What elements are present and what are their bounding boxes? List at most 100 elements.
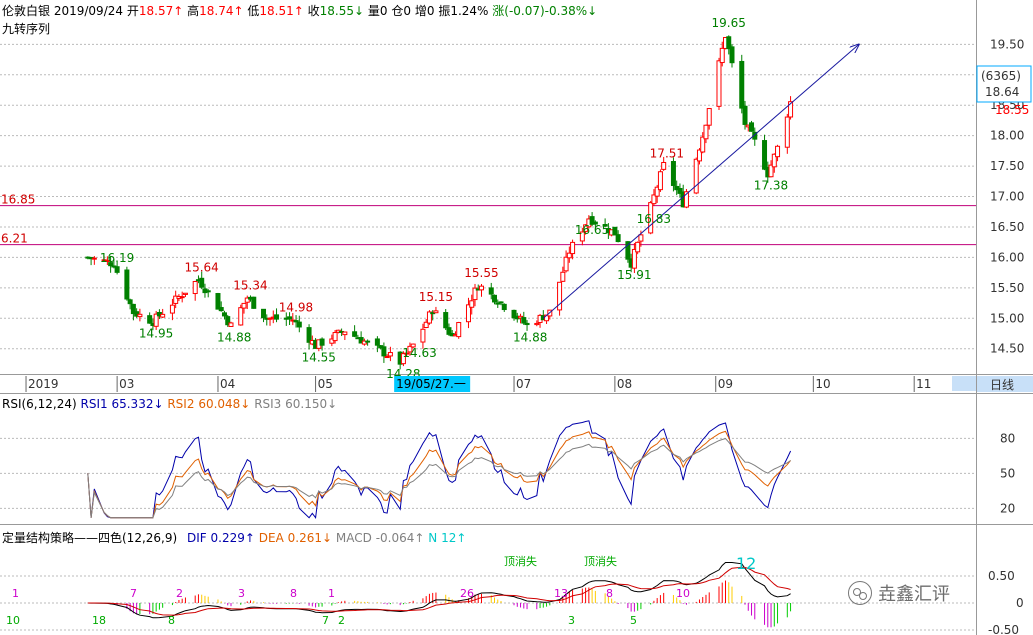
dif-value: 0.229↑ xyxy=(210,531,255,545)
price-annotation: 15.91 xyxy=(617,268,651,282)
price-box-code: (6365) xyxy=(981,69,1021,83)
macd-bottom-count: 18 xyxy=(92,614,106,627)
time-label: 05 xyxy=(318,377,333,391)
n-label: N xyxy=(428,531,438,545)
y-tick-label: 19.50 xyxy=(990,37,1024,51)
macd-top-count: 10 xyxy=(676,587,690,600)
dea-label: DEA xyxy=(258,531,284,545)
macd-label: MACD xyxy=(335,531,372,545)
candle-body xyxy=(492,294,498,303)
candle-body xyxy=(221,312,227,317)
macd-tick-label: -0.50 xyxy=(988,623,1019,635)
time-label: 11 xyxy=(916,377,931,391)
rsi-tick-label: 50 xyxy=(1000,466,1015,480)
candle-body xyxy=(456,322,462,338)
rsi3-value: 60.150↓ xyxy=(285,397,338,411)
candle-body xyxy=(342,331,348,336)
macd-top-count: 3 xyxy=(238,587,245,600)
macd-signal-label: 顶消失 xyxy=(584,554,617,568)
candle-body xyxy=(742,105,748,125)
watermark-text: 垚鑫汇评 xyxy=(878,584,950,605)
macd-bottom-count: 7 xyxy=(322,614,329,627)
macd-top-count: 13 xyxy=(554,587,568,600)
rsi2-value: 60.048↓ xyxy=(198,397,251,411)
candle-body xyxy=(182,292,188,295)
candle-body xyxy=(729,46,735,64)
rsi-title: RSI(6,12,24) xyxy=(2,397,77,411)
rsi2-label: RSI2 xyxy=(167,397,195,411)
price-annotation: 14.63 xyxy=(402,346,436,360)
candle-body xyxy=(420,328,426,343)
candle-body xyxy=(192,280,198,295)
candle-body xyxy=(560,271,566,282)
candle-body xyxy=(124,269,130,300)
candle-body xyxy=(381,346,387,357)
time-label: 07 xyxy=(516,377,531,391)
candle-body xyxy=(749,122,755,132)
candle-body xyxy=(179,296,185,299)
candle-body xyxy=(661,161,667,170)
rsi-tick-label: 80 xyxy=(1000,431,1015,445)
price-annotation: 15.15 xyxy=(419,290,453,304)
price-annotation: 15.55 xyxy=(464,266,498,280)
time-label: 03 xyxy=(119,377,134,391)
macd-big-count: 12 xyxy=(736,554,756,573)
candle-body xyxy=(612,226,618,236)
candle-body xyxy=(238,307,244,326)
candle-body xyxy=(319,338,325,346)
candle-body xyxy=(638,234,644,242)
candle-body xyxy=(657,171,663,191)
candle-body xyxy=(137,313,143,318)
price-annotation: 14.55 xyxy=(302,351,336,365)
macd-top-count: 1 xyxy=(12,587,19,600)
y-tick-label: 17.50 xyxy=(990,159,1024,173)
candle-body xyxy=(615,234,621,243)
y-tick-label: 18.00 xyxy=(990,129,1024,143)
macd-top-count: 8 xyxy=(606,587,613,600)
candle-body xyxy=(365,340,371,343)
candle-body xyxy=(160,313,166,318)
candle-body xyxy=(700,136,706,153)
price-annotation: 16.83 xyxy=(637,212,671,226)
y-tick-label: 16.00 xyxy=(990,250,1024,264)
candle-body xyxy=(384,356,390,359)
candle-body xyxy=(332,332,338,342)
time-label: 08 xyxy=(617,377,632,391)
rsi-tick-label: 20 xyxy=(1000,501,1015,515)
rsi-line xyxy=(87,438,791,519)
level-label: 6.21 xyxy=(1,232,28,246)
time-label: 10 xyxy=(815,377,830,391)
candle-body xyxy=(693,158,699,194)
candle-body xyxy=(387,352,393,357)
macd-top-count: 26 xyxy=(460,587,474,600)
rsi-legend: RSI(6,12,24) RSI1 65.332↓ RSI2 60.048↓ R… xyxy=(2,397,337,411)
candle-body xyxy=(784,116,790,148)
candle-body xyxy=(719,47,725,64)
wechat-icon xyxy=(848,581,872,605)
price-annotation: 15.34 xyxy=(233,279,267,293)
scroll-indicator[interactable] xyxy=(952,376,976,391)
price-annotation: 17.51 xyxy=(650,146,684,160)
candle-body xyxy=(762,140,768,170)
rsi-panel: 80 50 20 xyxy=(0,420,1015,519)
candle-body xyxy=(570,241,576,255)
macd-top-count: 2 xyxy=(176,587,183,600)
y-tick-label: 14.50 xyxy=(990,342,1024,356)
candle-body xyxy=(775,145,781,158)
candle-body xyxy=(218,307,224,312)
time-axis: 2019 03 04 05 07 08 09 10 11 19/05/27.一 xyxy=(25,376,931,392)
price-annotation: 17.38 xyxy=(754,178,788,192)
candle-body xyxy=(261,308,267,319)
n-value: 12↑ xyxy=(441,531,467,545)
rsi3-label: RSI3 xyxy=(254,397,282,411)
rsi1-value: 65.332↓ xyxy=(111,397,164,411)
watermark: 垚鑫汇评 xyxy=(848,580,950,606)
candle-body xyxy=(114,266,120,273)
macd-value: -0.064↑ xyxy=(375,531,425,545)
macd-signal-label: 顶消失 xyxy=(504,554,537,568)
price-annotation: 19.65 xyxy=(711,16,745,30)
y-tick-label: 16.50 xyxy=(990,220,1024,234)
y-tick-label: 15.00 xyxy=(990,311,1024,325)
price-annotation: 14.95 xyxy=(139,326,173,340)
candle-body xyxy=(563,256,569,272)
